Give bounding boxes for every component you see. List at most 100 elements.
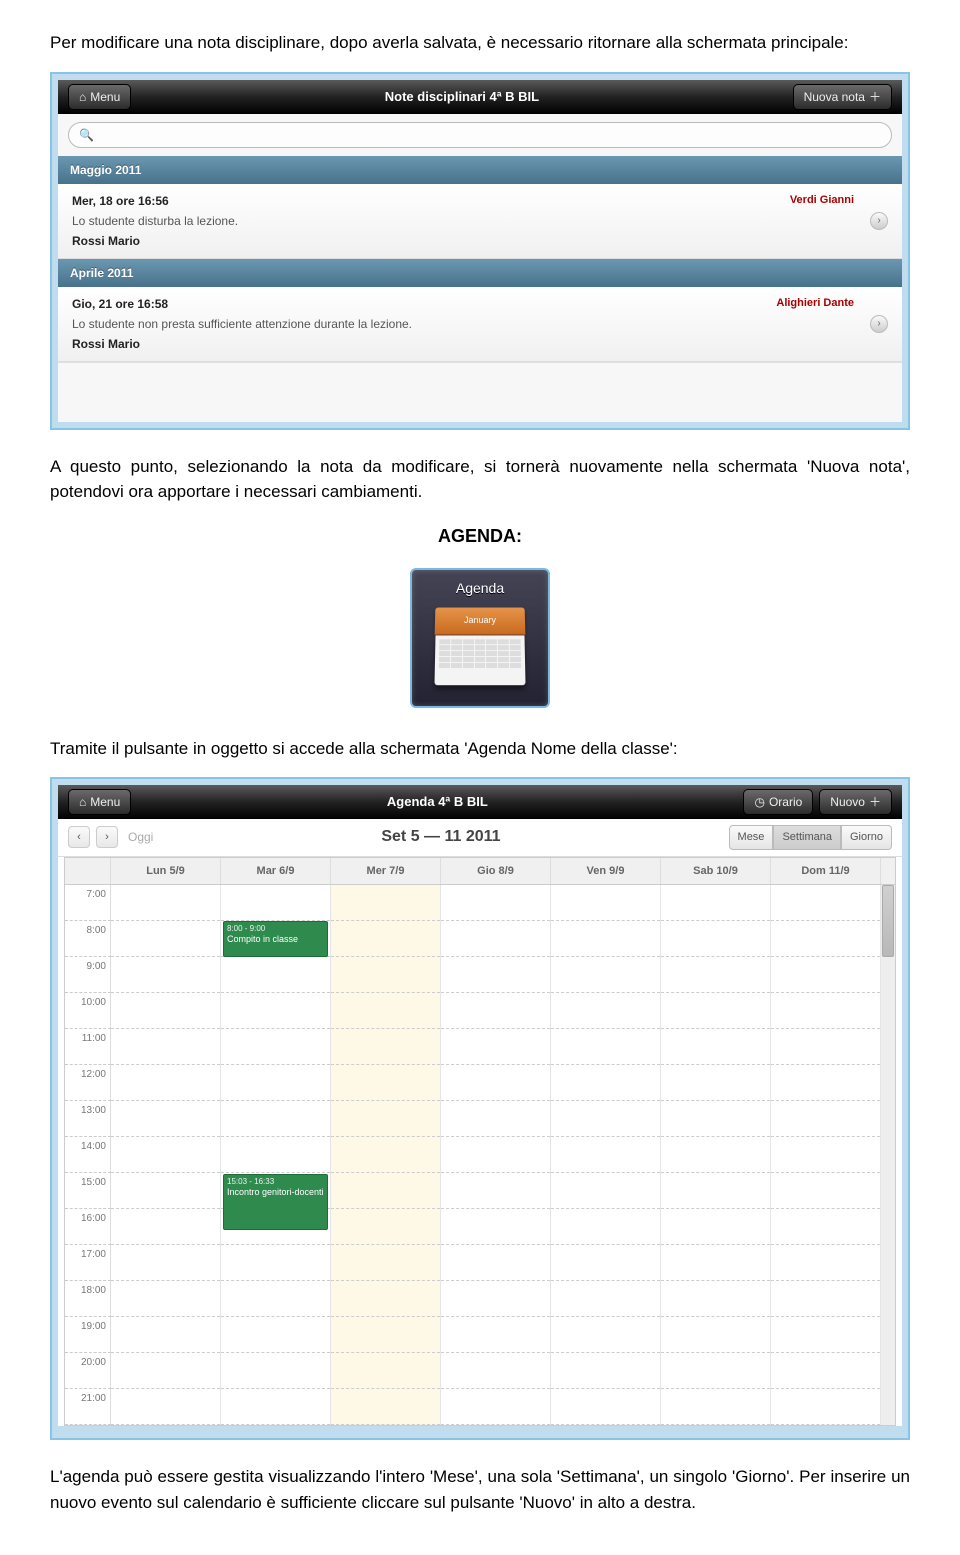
nuovo-label: Nuovo bbox=[830, 793, 865, 811]
time-label: 14:00 bbox=[65, 1137, 111, 1173]
agenda-datebar: ‹ › Oggi Set 5 — 11 2011 Mese Settimana … bbox=[58, 819, 902, 857]
time-label: 15:00 bbox=[65, 1173, 111, 1209]
day-column[interactable] bbox=[441, 885, 551, 1425]
time-label: 17:00 bbox=[65, 1245, 111, 1281]
search-input[interactable]: 🔍 bbox=[68, 122, 892, 148]
scroll-header-spacer bbox=[881, 858, 895, 885]
day-header: Dom 11/9 bbox=[771, 858, 881, 885]
today-button[interactable]: Oggi bbox=[128, 828, 153, 846]
paragraph-1: Per modificare una nota disciplinare, do… bbox=[50, 30, 910, 56]
day-headers: Lun 5/9 Mar 6/9 Mer 7/9 Gio 8/9 Ven 9/9 … bbox=[65, 858, 895, 886]
time-label: 7:00 bbox=[65, 885, 111, 921]
time-label: 20:00 bbox=[65, 1353, 111, 1389]
calendar-frame: Lun 5/9 Mar 6/9 Mer 7/9 Gio 8/9 Ven 9/9 … bbox=[64, 857, 896, 1427]
date-range-title: Set 5 — 11 2011 bbox=[153, 825, 728, 849]
calendar-event[interactable]: 8:00 - 9:00Compito in classe bbox=[223, 921, 328, 957]
new-note-button[interactable]: Nuova nota ＋ bbox=[793, 84, 892, 110]
prev-week-button[interactable]: ‹ bbox=[68, 826, 90, 848]
vertical-scrollbar[interactable] bbox=[881, 885, 895, 1425]
time-label: 18:00 bbox=[65, 1281, 111, 1317]
home-icon: ⌂ bbox=[79, 793, 86, 811]
note-author: Verdi Gianni bbox=[790, 192, 854, 209]
next-week-button[interactable]: › bbox=[96, 826, 118, 848]
menu-label: Menu bbox=[90, 793, 120, 811]
menu-label: Menu bbox=[90, 88, 120, 106]
day-column[interactable] bbox=[551, 885, 661, 1425]
notes-empty-area bbox=[58, 362, 902, 422]
chevron-right-icon: › bbox=[870, 315, 888, 333]
time-label: 11:00 bbox=[65, 1029, 111, 1065]
notes-title: Note disciplinari 4ª B BIL bbox=[385, 87, 539, 107]
agenda-tile-container: Agenda January bbox=[50, 568, 910, 708]
nuovo-button[interactable]: Nuovo ＋ bbox=[819, 789, 892, 815]
section-title-agenda: AGENDA: bbox=[50, 523, 910, 550]
time-label: 10:00 bbox=[65, 993, 111, 1029]
view-settimana-button[interactable]: Settimana bbox=[773, 825, 841, 850]
view-mese-button[interactable]: Mese bbox=[729, 825, 774, 850]
paragraph-2: A questo punto, selezionando la nota da … bbox=[50, 454, 910, 505]
note-student: Rossi Mario bbox=[72, 335, 888, 353]
time-label: 12:00 bbox=[65, 1065, 111, 1101]
search-row: 🔍 bbox=[58, 114, 902, 156]
screenshot-notes: ⌂ Menu Note disciplinari 4ª B BIL Nuova … bbox=[50, 72, 910, 430]
plus-icon: ＋ bbox=[869, 793, 881, 811]
new-note-label: Nuova nota bbox=[804, 88, 865, 106]
note-description: Lo studente non presta sufficiente atten… bbox=[72, 315, 888, 333]
calendar-icon-month: January bbox=[435, 607, 526, 634]
note-datetime: Mer, 18 ore 16:56 bbox=[72, 192, 888, 210]
note-row[interactable]: Mer, 18 ore 16:56 Lo studente disturba l… bbox=[58, 184, 902, 259]
day-column[interactable] bbox=[661, 885, 771, 1425]
agenda-tile-label: Agenda bbox=[456, 578, 504, 599]
day-header: Lun 5/9 bbox=[111, 858, 221, 885]
time-label: 21:00 bbox=[65, 1389, 111, 1425]
day-column[interactable] bbox=[111, 885, 221, 1425]
orario-button[interactable]: ◷ Orario bbox=[743, 789, 813, 815]
view-segment: Mese Settimana Giorno bbox=[729, 825, 892, 850]
menu-button[interactable]: ⌂ Menu bbox=[68, 789, 131, 815]
time-label: 16:00 bbox=[65, 1209, 111, 1245]
day-column[interactable] bbox=[331, 885, 441, 1425]
note-description: Lo studente disturba la lezione. bbox=[72, 212, 888, 230]
paragraph-4: L'agenda può essere gestita visualizzand… bbox=[50, 1464, 910, 1515]
chevron-right-icon: › bbox=[870, 212, 888, 230]
time-header-spacer bbox=[65, 858, 111, 885]
event-time: 8:00 - 9:00 bbox=[227, 924, 324, 934]
event-label: Incontro genitori-docenti bbox=[227, 1187, 324, 1198]
agenda-topbar: ⌂ Menu Agenda 4ª B BIL ◷ Orario Nuovo ＋ bbox=[58, 785, 902, 819]
plus-icon: ＋ bbox=[869, 88, 881, 106]
day-header: Gio 8/9 bbox=[441, 858, 551, 885]
search-icon: 🔍 bbox=[79, 126, 94, 144]
calendar-event[interactable]: 15:03 - 16:33Incontro genitori-docenti bbox=[223, 1174, 328, 1230]
month-header-maggio: Maggio 2011 bbox=[58, 156, 902, 184]
orario-label: Orario bbox=[769, 793, 802, 811]
event-time: 15:03 - 16:33 bbox=[227, 1177, 324, 1187]
day-column[interactable] bbox=[771, 885, 881, 1425]
scrollbar-thumb[interactable] bbox=[882, 885, 894, 957]
clock-icon: ◷ bbox=[754, 793, 764, 811]
day-header: Sab 10/9 bbox=[661, 858, 771, 885]
note-row[interactable]: Gio, 21 ore 16:58 Lo studente non presta… bbox=[58, 287, 902, 362]
note-student: Rossi Mario bbox=[72, 232, 888, 250]
day-header: Mar 6/9 bbox=[221, 858, 331, 885]
agenda-title: Agenda 4ª B BIL bbox=[387, 792, 488, 812]
month-header-aprile: Aprile 2011 bbox=[58, 259, 902, 287]
menu-button[interactable]: ⌂ Menu bbox=[68, 84, 131, 110]
view-giorno-button[interactable]: Giorno bbox=[841, 825, 892, 850]
event-label: Compito in classe bbox=[227, 934, 324, 945]
calendar-icon: January bbox=[435, 607, 525, 687]
time-label: 8:00 bbox=[65, 921, 111, 957]
agenda-tile-button[interactable]: Agenda January bbox=[410, 568, 550, 708]
notes-topbar: ⌂ Menu Note disciplinari 4ª B BIL Nuova … bbox=[58, 80, 902, 114]
note-datetime: Gio, 21 ore 16:58 bbox=[72, 295, 888, 313]
paragraph-3: Tramite il pulsante in oggetto si accede… bbox=[50, 736, 910, 762]
time-label: 19:00 bbox=[65, 1317, 111, 1353]
day-header: Mer 7/9 bbox=[331, 858, 441, 885]
time-label: 9:00 bbox=[65, 957, 111, 993]
day-header: Ven 9/9 bbox=[551, 858, 661, 885]
day-column[interactable]: 8:00 - 9:00Compito in classe 15:03 - 16:3… bbox=[221, 885, 331, 1425]
screenshot-agenda: ⌂ Menu Agenda 4ª B BIL ◷ Orario Nuovo ＋ … bbox=[50, 777, 910, 1440]
time-grid[interactable]: 7:008:009:0010:0011:0012:0013:0014:0015:… bbox=[65, 885, 881, 1425]
home-icon: ⌂ bbox=[79, 88, 86, 106]
time-label: 13:00 bbox=[65, 1101, 111, 1137]
note-author: Alighieri Dante bbox=[776, 295, 854, 312]
